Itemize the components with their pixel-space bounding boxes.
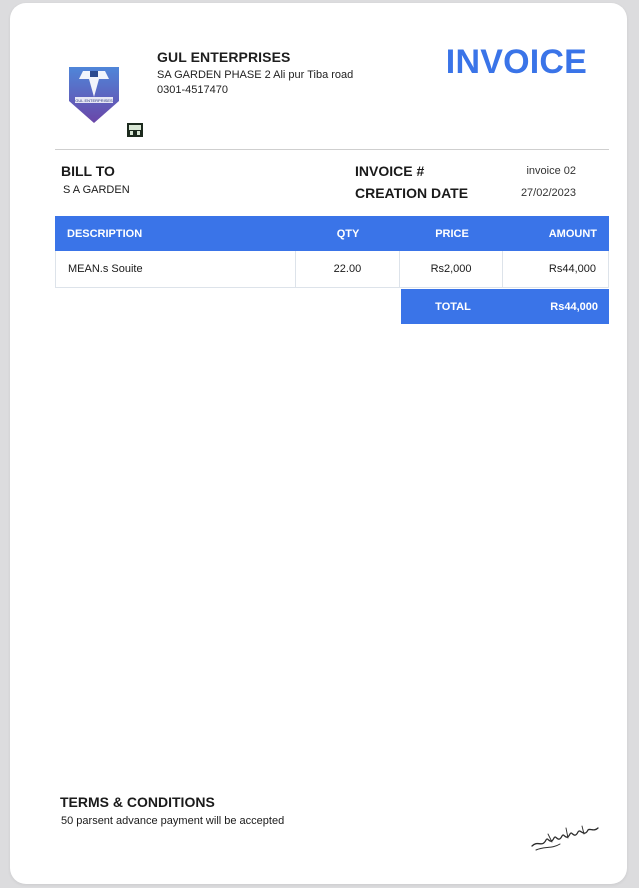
invoice-number-value: invoice 02: [526, 165, 576, 177]
company-phone: 0301-4517470: [157, 84, 228, 96]
header-amount: AMOUNT: [548, 227, 597, 240]
item-price: Rs2,000: [400, 251, 504, 287]
creation-date-label: CREATION DATE: [355, 185, 469, 201]
item-amount: Rs44,000: [548, 263, 596, 275]
header-qty: QTY: [336, 227, 360, 240]
company-name: GUL ENTERPRISES: [157, 49, 291, 65]
item-description: MEAN.s Souite: [56, 251, 297, 287]
invoice-number-label: INVOICE #: [355, 163, 425, 179]
terms-title: TERMS & CONDITIONS: [60, 794, 215, 810]
invoice-page: GUL ENTERPRISES GUL ENTERPRISES SA GARDE…: [10, 3, 627, 884]
creation-date-value: 27/02/2023: [520, 187, 576, 199]
item-qty: 22.00: [296, 251, 400, 287]
items-table: DESCRIPTION QTY PRICE AMOUNT MEAN.s Soui…: [55, 216, 609, 288]
table-row: MEAN.s Souite 22.00 Rs2,000 Rs44,000: [55, 251, 609, 288]
company-address: SA GARDEN PHASE 2 Ali pur Tiba road: [157, 69, 354, 81]
company-logo-icon: GUL ENTERPRISES: [69, 67, 119, 123]
header-description: DESCRIPTION: [67, 227, 143, 240]
total-row: TOTAL Rs44,000: [401, 289, 609, 324]
page-title: INVOICE: [445, 43, 587, 81]
bill-to-label: BILL TO: [61, 163, 115, 179]
svg-text:GUL ENTERPRISES: GUL ENTERPRISES: [75, 98, 113, 103]
total-value: Rs44,000: [550, 300, 598, 313]
company-info: GUL ENTERPRISES SA GARDEN PHASE 2 Ali pu…: [157, 49, 353, 96]
divider: [55, 149, 609, 150]
table-header: DESCRIPTION QTY PRICE AMOUNT: [55, 216, 609, 251]
stamp-mark-icon: [127, 123, 143, 137]
header-price: PRICE: [435, 227, 469, 240]
total-label: TOTAL: [435, 300, 471, 313]
bill-to-name: S A GARDEN: [63, 184, 130, 196]
signature-icon: [531, 825, 599, 851]
terms-text: 50 parsent advance payment will be accep…: [61, 815, 285, 827]
